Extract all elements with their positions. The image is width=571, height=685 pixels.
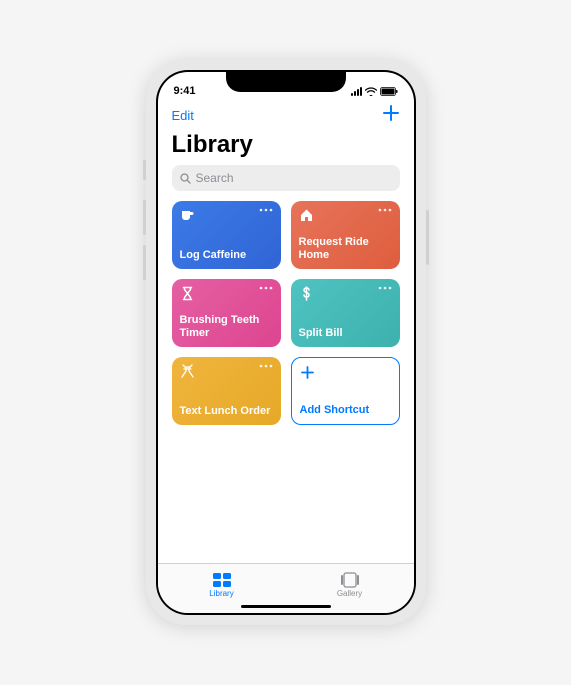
card-title: Text Lunch Order — [180, 405, 273, 418]
card-title: Brushing Teeth Timer — [180, 314, 273, 340]
side-button — [426, 210, 429, 265]
shortcut-card-request-ride[interactable]: Request Ride Home — [291, 201, 400, 269]
card-title: Add Shortcut — [300, 404, 391, 417]
add-button[interactable] — [382, 104, 400, 127]
plus-icon — [382, 104, 400, 122]
search-icon — [180, 173, 191, 184]
more-button[interactable] — [259, 208, 273, 212]
tab-label: Gallery — [337, 589, 362, 598]
screen: 9:41 Edit Library — [158, 72, 414, 613]
tab-label: Library — [209, 589, 233, 598]
ellipsis-icon — [259, 364, 273, 368]
more-button[interactable] — [259, 286, 273, 290]
ellipsis-icon — [378, 286, 392, 290]
tab-library[interactable]: Library — [158, 572, 286, 598]
wifi-icon — [365, 87, 377, 96]
tab-gallery[interactable]: Gallery — [286, 572, 414, 598]
phone-bezel: 9:41 Edit Library — [156, 70, 416, 615]
library-tab-icon — [212, 572, 232, 588]
spacer — [158, 425, 414, 563]
search-input[interactable]: Search — [172, 165, 400, 191]
status-time: 9:41 — [174, 85, 196, 97]
add-shortcut-card[interactable]: Add Shortcut — [291, 357, 400, 425]
shortcut-card-brushing-timer[interactable]: Brushing Teeth Timer — [172, 279, 281, 347]
shortcut-card-log-caffeine[interactable]: Log Caffeine — [172, 201, 281, 269]
page-title: Library — [172, 131, 400, 159]
shortcut-card-text-lunch[interactable]: Text Lunch Order — [172, 357, 281, 425]
title-row: Library — [158, 129, 414, 165]
more-button[interactable] — [378, 286, 392, 290]
display-notch — [226, 70, 346, 92]
shortcut-card-split-bill[interactable]: Split Bill — [291, 279, 400, 347]
status-indicators — [351, 87, 398, 96]
card-title: Request Ride Home — [299, 236, 392, 262]
card-title: Log Caffeine — [180, 249, 273, 262]
ellipsis-icon — [259, 208, 273, 212]
shortcuts-grid: Log Caffeine Request Ride Home — [158, 201, 414, 425]
mute-switch — [143, 160, 146, 180]
search-placeholder: Search — [196, 171, 234, 185]
cup-icon — [180, 208, 195, 223]
home-indicator[interactable] — [241, 605, 331, 608]
volume-down-button — [143, 245, 146, 280]
home-icon — [299, 208, 314, 223]
ellipsis-icon — [378, 208, 392, 212]
ellipsis-icon — [259, 286, 273, 290]
hourglass-icon — [180, 286, 195, 301]
nav-bar: Edit — [158, 102, 414, 129]
utensils-icon — [180, 364, 195, 379]
more-button[interactable] — [378, 208, 392, 212]
card-title: Split Bill — [299, 327, 392, 340]
cellular-signal-icon — [351, 87, 362, 96]
edit-button[interactable]: Edit — [172, 108, 194, 123]
volume-up-button — [143, 200, 146, 235]
phone-frame: 9:41 Edit Library — [146, 60, 426, 625]
gallery-tab-icon — [340, 572, 360, 588]
battery-icon — [380, 87, 398, 96]
plus-icon — [300, 365, 315, 380]
more-button[interactable] — [259, 364, 273, 368]
dollar-icon — [299, 286, 314, 301]
